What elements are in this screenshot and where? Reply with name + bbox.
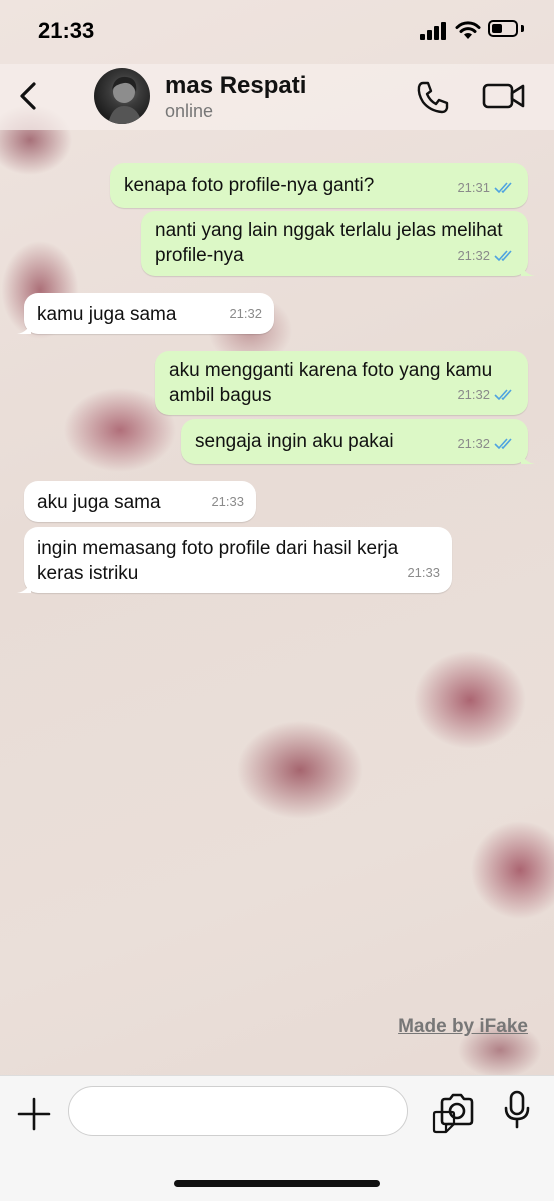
chevron-left-icon[interactable] [12,78,46,114]
message-meta: 21:32 [457,431,516,456]
message-outgoing[interactable]: nanti yang lain nggak terlalu jelas meli… [141,211,535,276]
message-text: aku juga sama [37,492,161,513]
message-meta: 21:33 [407,560,440,585]
contact-status: online [165,101,214,121]
status-time: 21:33 [38,18,95,43]
camera-icon[interactable] [438,1092,476,1128]
message-input-bar [0,1075,554,1201]
signal-icon [420,22,446,40]
message-text: ingin memasang foto profile dari hasil k… [37,538,399,584]
message-time: 21:32 [457,387,490,402]
double-check-icon [494,388,512,400]
phone-icon[interactable] [414,78,452,116]
message-time: 21:32 [457,436,490,451]
bubble-tail [521,450,535,464]
watermark-link[interactable]: Made by iFake [398,1016,528,1038]
message-incoming[interactable]: ingin memasang foto profile dari hasil k… [17,527,452,593]
message-incoming[interactable]: kamu juga sama 21:32 [17,293,274,334]
message-meta: 21:32 [457,382,516,407]
message-time: 21:33 [211,494,244,509]
message-meta: 21:32 [229,301,262,326]
battery-icon [488,20,518,37]
chat-header: mas Respati online [0,64,554,130]
message-incoming[interactable]: aku juga sama 21:33 [24,481,256,522]
message-outgoing[interactable]: aku mengganti karena foto yang kamu ambi… [155,351,528,415]
contact-name[interactable]: mas Respati [165,72,306,100]
wifi-icon [455,21,481,39]
bubble-tail [17,320,31,334]
message-time: 21:33 [407,565,440,580]
message-outgoing[interactable]: sengaja ingin aku pakai 21:32 [181,419,535,464]
battery-cap [521,25,524,32]
double-check-icon [494,249,512,261]
message-meta: 21:33 [211,489,244,514]
video-camera-icon[interactable] [482,80,526,112]
bubble-tail [17,579,31,593]
home-indicator[interactable] [174,1180,380,1187]
microphone-icon[interactable] [502,1090,532,1130]
double-check-icon [494,437,512,449]
message-time: 21:32 [229,306,262,321]
status-bar: 21:33 [0,0,554,64]
message-time: 21:31 [457,180,490,195]
avatar[interactable] [94,68,150,124]
message-text: kamu juga sama [37,304,177,325]
message-text: sengaja ingin aku pakai [195,431,394,452]
avatar-image [108,76,142,124]
bubble-tail [521,262,535,276]
message-time: 21:32 [457,248,490,263]
plus-icon[interactable] [16,1096,52,1132]
message-outgoing[interactable]: kenapa foto profile-nya ganti? 21:31 [110,163,528,208]
message-text: kenapa foto profile-nya ganti? [124,175,375,196]
message-meta: 21:31 [457,175,516,200]
message-meta: 21:32 [457,243,516,268]
double-check-icon [494,181,512,193]
message-input[interactable] [68,1086,456,1136]
